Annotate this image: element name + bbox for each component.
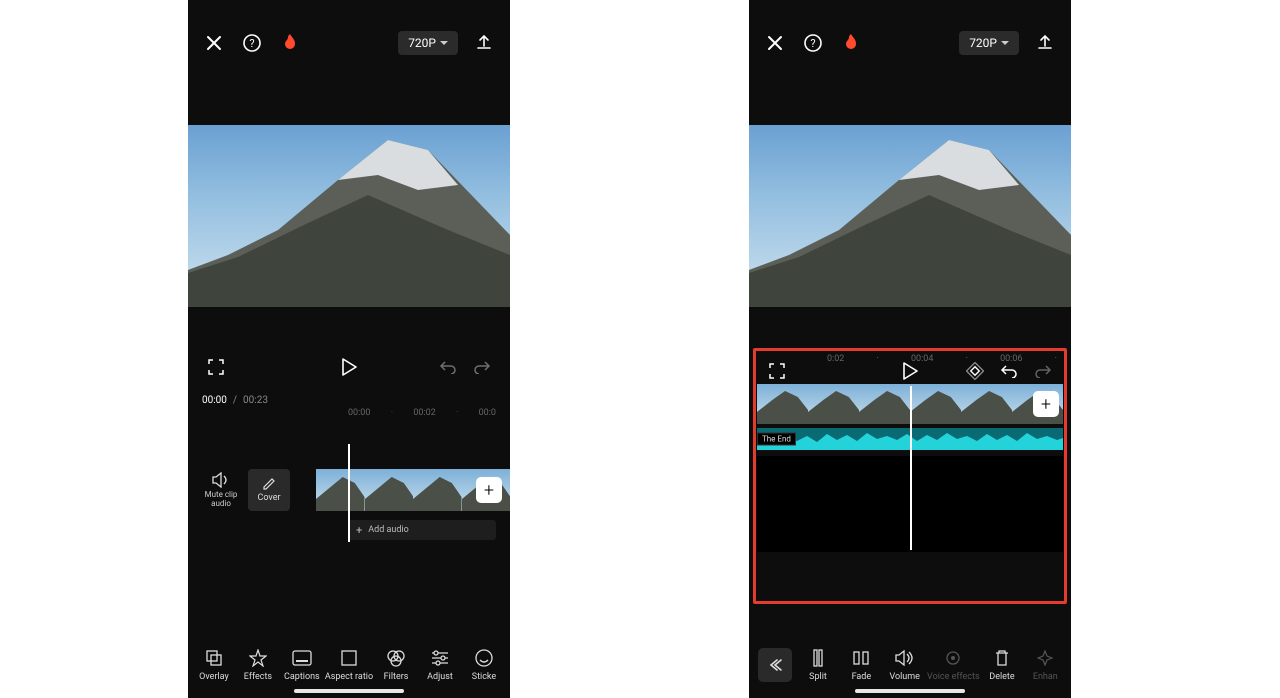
editor-screen-main: ? 720P	[188, 0, 510, 698]
timeline-ruler: 00:00 · 00:02 · 00:0	[188, 408, 510, 424]
timeline-ruler: 0:02 · 00:04 · 00:06 ·	[757, 352, 1063, 368]
tool-adjust[interactable]: Adjust	[419, 648, 461, 682]
total-time: 00:23	[243, 395, 268, 406]
tool-split[interactable]: Split	[797, 648, 839, 682]
bottom-toolbar: Overlay Effects Captions Aspect ratio Fi…	[188, 648, 510, 688]
undo-icon[interactable]	[436, 355, 460, 379]
tool-fade[interactable]: Fade	[840, 648, 882, 682]
video-clip[interactable]: +	[316, 469, 510, 511]
add-clip-button[interactable]: +	[1033, 391, 1059, 417]
mute-clip-button[interactable]: Mute clip audio	[202, 471, 240, 509]
export-icon[interactable]	[472, 31, 496, 55]
tool-captions[interactable]: Captions	[281, 648, 323, 682]
tool-effects[interactable]: Effects	[237, 648, 279, 682]
playhead[interactable]	[348, 444, 350, 542]
close-icon[interactable]	[763, 31, 787, 55]
play-button[interactable]	[337, 355, 361, 379]
back-button[interactable]	[758, 648, 792, 682]
resolution-selector[interactable]: 720P	[959, 31, 1019, 55]
redo-icon[interactable]	[470, 355, 494, 379]
cover-button[interactable]: Cover	[248, 469, 290, 511]
editor-screen-audio: ? 720P	[749, 0, 1071, 698]
tool-enhance[interactable]: Enhan	[1024, 648, 1066, 682]
top-bar: ? 720P	[188, 8, 510, 78]
chevron-down-icon	[1001, 41, 1009, 45]
add-clip-button[interactable]: +	[476, 477, 502, 503]
help-icon[interactable]: ?	[801, 31, 825, 55]
resolution-label: 720P	[408, 36, 436, 50]
video-preview[interactable]	[749, 125, 1071, 307]
tool-voice-effects[interactable]: Voice effects	[927, 648, 980, 682]
resolution-label: 720P	[969, 36, 997, 50]
svg-text:?: ?	[249, 37, 254, 50]
fullscreen-icon[interactable]	[204, 355, 228, 379]
chevron-down-icon	[440, 41, 448, 45]
svg-text:?: ?	[810, 37, 815, 50]
flame-icon[interactable]	[839, 31, 863, 55]
top-bar: ? 720P	[749, 8, 1071, 78]
tool-filters[interactable]: Filters	[375, 648, 417, 682]
tool-aspect-ratio[interactable]: Aspect ratio	[325, 648, 373, 682]
timeline-area[interactable]: 0:02 · 00:04 · 00:06 · +	[757, 352, 1063, 552]
bottom-toolbar: Split Fade Volume Voice effects Delete E…	[749, 648, 1071, 688]
close-icon[interactable]	[202, 31, 226, 55]
playhead[interactable]	[910, 386, 912, 550]
flame-icon[interactable]	[278, 31, 302, 55]
tool-delete[interactable]: Delete	[981, 648, 1023, 682]
audio-clip-label: The End	[757, 433, 796, 446]
help-icon[interactable]: ?	[240, 31, 264, 55]
playback-controls	[188, 343, 510, 391]
resolution-selector[interactable]: 720P	[398, 31, 458, 55]
export-icon[interactable]	[1033, 31, 1057, 55]
video-preview[interactable]	[188, 125, 510, 307]
current-time: 00:00	[202, 395, 227, 406]
time-display: 00:00 / 00:23	[188, 391, 510, 408]
tool-volume[interactable]: Volume	[884, 648, 926, 682]
home-indicator	[294, 689, 404, 693]
timeline-row[interactable]: Mute clip audio Cover +	[188, 468, 510, 512]
add-audio-button[interactable]: + Add audio	[348, 520, 496, 540]
tool-stickers[interactable]: Sticke	[463, 648, 505, 682]
home-indicator	[855, 689, 965, 693]
tool-overlay[interactable]: Overlay	[193, 648, 235, 682]
